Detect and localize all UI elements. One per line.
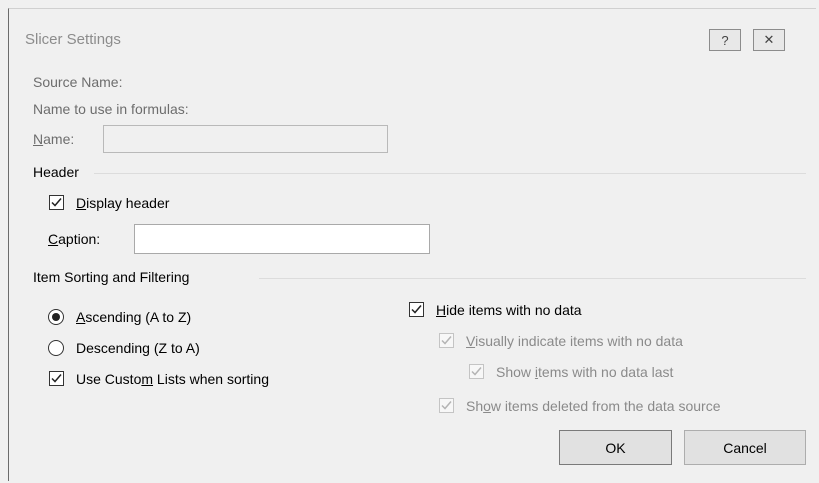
slicer-settings-dialog: Slicer Settings ? ✕ Source Name: Name to… [8,8,816,481]
custom-lists-checkbox[interactable] [49,371,64,386]
name-field[interactable] [103,125,388,153]
hide-no-data-label: Hide items with no data [436,302,582,318]
visually-indicate-label: Visually indicate items with no data [466,333,683,349]
checkmark-icon [51,198,62,207]
ascending-label: Ascending (A to Z) [76,309,192,325]
sorting-section-title: Item Sorting and Filtering [33,269,190,285]
help-icon: ? [721,32,729,48]
help-button[interactable]: ? [709,29,741,51]
custom-lists-label: Use Custom Lists when sorting [76,371,269,387]
show-no-data-last-checkbox[interactable] [469,364,484,379]
close-icon: ✕ [763,32,775,47]
descending-radio[interactable] [48,340,64,356]
cancel-button[interactable]: Cancel [684,430,806,465]
hide-no-data-checkbox[interactable] [409,302,424,317]
dialog-title: Slicer Settings [25,31,121,48]
show-deleted-label: Show items deleted from the data source [466,398,721,414]
checkmark-icon [411,305,422,314]
ok-button[interactable]: OK [559,430,672,465]
title-bar: Slicer Settings ? ✕ [9,9,816,61]
formula-name-label: Name to use in formulas: [33,101,189,117]
radio-selected-dot [52,313,60,321]
checkmark-icon [441,336,452,345]
checkmark-icon [471,367,482,376]
name-label: Name: [33,131,75,147]
display-header-label: Display header [76,195,170,211]
checkmark-icon [51,374,62,383]
caption-field[interactable] [134,224,430,254]
visually-indicate-checkbox[interactable] [439,333,454,348]
close-button[interactable]: ✕ [753,29,785,51]
sorting-divider [259,278,806,279]
show-no-data-last-label: Show items with no data last [496,364,674,380]
ascending-radio[interactable] [48,309,64,325]
display-header-checkbox[interactable] [49,195,64,210]
checkmark-icon [441,401,452,410]
show-deleted-checkbox[interactable] [439,398,454,413]
header-divider [94,173,806,174]
header-section-title: Header [33,164,79,180]
descending-label: Descending (Z to A) [76,340,200,356]
source-name-label: Source Name: [33,74,123,90]
caption-label: Caption: [48,231,101,247]
